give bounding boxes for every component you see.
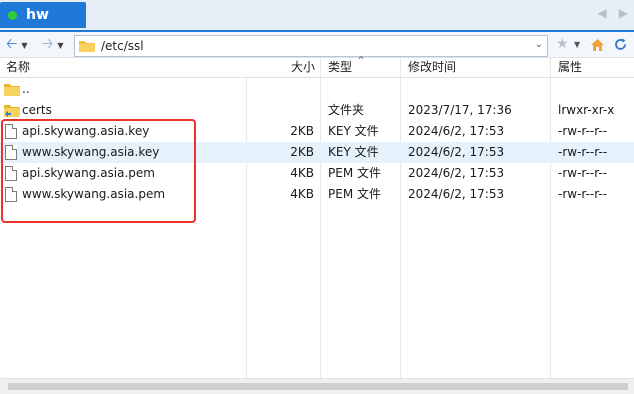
tab-label: hw [26,7,49,23]
file-type: KEY 文件 [328,145,379,159]
file-icon [5,145,17,160]
list-item-file[interactable]: www.skywang.asia.key 2KB KEY 文件 2024/6/2… [0,142,634,163]
parent-directory-label: .. [22,82,30,96]
file-modified: 2024/6/2, 17:53 [408,166,505,180]
file-attributes: lrwxr-xr-x [558,103,615,117]
file-size: 4KB [290,187,314,201]
file-type: PEM 文件 [328,166,381,180]
file-modified: 2024/6/2, 17:53 [408,187,505,201]
back-button[interactable]: 🡠 ▼ [6,36,28,54]
file-icon [5,166,17,181]
parent-directory-row[interactable]: .. [0,79,634,100]
sort-ascending-icon: ⌃ [356,54,367,68]
file-icon [5,187,17,202]
list-item-file[interactable]: www.skywang.asia.pem 4KB PEM 文件 2024/6/2… [0,184,634,205]
file-name: www.skywang.asia.pem [22,187,166,201]
file-attributes: -rw-r--r-- [558,145,608,159]
forward-arrow-icon: 🡢 [42,36,54,52]
back-arrow-icon: 🡠 [6,36,18,52]
scrollbar-thumb[interactable] [8,383,628,390]
bookmark-star-icon[interactable]: ★ [556,36,569,52]
tab-hw[interactable]: hw [0,2,86,28]
column-header-attributes[interactable]: 属性 [558,58,582,78]
folder-link-icon [4,105,20,117]
toolbar: 🡠 ▼ 🡢 ▼ /etc/ssl ⌄ ★ ▼ [0,30,634,58]
path-text: /etc/ssl [101,39,144,53]
tab-bar: hw ◀ ▶ [0,0,634,30]
file-name: certs [22,103,52,117]
file-icon [5,124,17,139]
column-header-modified[interactable]: 修改时间 [408,58,456,78]
list-item-file[interactable]: api.skywang.asia.pem 4KB PEM 文件 2024/6/2… [0,163,634,184]
file-modified: 2024/6/2, 17:53 [408,124,505,138]
tab-scroll-right-icon[interactable]: ▶ [619,6,628,20]
file-name: api.skywang.asia.key [22,124,150,138]
home-icon[interactable] [590,38,605,52]
forward-button[interactable]: 🡢 ▼ [42,36,64,54]
file-list-header: 名称 大小 类型 ⌃ 修改时间 属性 [0,54,634,78]
forward-history-caret-icon[interactable]: ▼ [57,41,63,50]
parent-folder-icon [4,84,20,96]
file-type: KEY 文件 [328,124,379,138]
file-size: 2KB [290,124,314,138]
file-size [254,100,314,121]
refresh-icon[interactable] [613,37,628,52]
file-attributes: -rw-r--r-- [558,166,608,180]
file-modified: 2024/6/2, 17:53 [408,145,505,159]
file-size: 2KB [290,145,314,159]
connection-status-icon [8,10,17,20]
horizontal-scrollbar[interactable] [0,378,634,394]
column-header-type[interactable]: 类型 [328,58,352,78]
tab-scroll-arrows: ◀ ▶ [598,6,628,20]
file-attributes: -rw-r--r-- [558,124,608,138]
bookmark-dropdown-icon[interactable]: ▼ [574,40,580,49]
list-item-file[interactable]: api.skywang.asia.key 2KB KEY 文件 2024/6/2… [0,121,634,142]
tab-scroll-left-icon[interactable]: ◀ [598,6,607,20]
file-type: 文件夹 [328,103,365,117]
file-attributes: -rw-r--r-- [558,187,608,201]
back-history-caret-icon[interactable]: ▼ [21,41,27,50]
column-header-name[interactable]: 名称 [6,58,30,78]
folder-icon [79,41,95,52]
file-size: 4KB [290,166,314,180]
file-name: api.skywang.asia.pem [22,166,155,180]
column-header-size[interactable]: 大小 [291,58,315,78]
path-dropdown-icon[interactable]: ⌄ [535,39,543,50]
file-modified: 2023/7/17, 17:36 [408,103,512,117]
path-bar[interactable]: /etc/ssl ⌄ [74,35,548,57]
list-item-folder[interactable]: certs 文件夹 2023/7/17, 17:36 lrwxr-xr-x [0,100,634,121]
file-name: www.skywang.asia.key [22,145,160,159]
file-type: PEM 文件 [328,187,381,201]
